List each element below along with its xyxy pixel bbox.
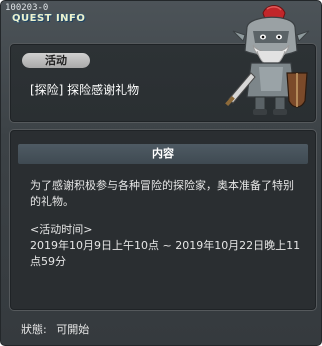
armored-knight-icon bbox=[225, 5, 310, 115]
quest-content-panel: 内容 为了感谢积极参与各种冒险的探险家，奥本准备了特别的礼物。 <活动时间> 2… bbox=[9, 129, 317, 311]
content-body: 为了感谢积极参与各种冒险的探险家，奥本准备了特别的礼物。 <活动时间> 2019… bbox=[30, 178, 302, 270]
content-header: 内容 bbox=[18, 144, 308, 164]
quest-id: 100203-0 bbox=[5, 3, 49, 13]
quest-name: [探险] 探险感谢礼物 bbox=[30, 83, 140, 97]
event-time-value: 2019年10月9日上午10点 ~ 2019年10月22日晚上11点59分 bbox=[30, 239, 301, 268]
event-time-label: <活动时间> bbox=[30, 223, 93, 236]
quest-description: 为了感谢积极参与各种冒险的探险家，奥本准备了特别的礼物。 bbox=[30, 179, 294, 208]
window-title: QUEST INFO bbox=[12, 13, 86, 24]
quest-status: 狀態: 可開始 bbox=[21, 321, 95, 337]
category-pill: 活动 bbox=[22, 53, 90, 68]
status-value: 可開始 bbox=[56, 323, 90, 336]
quest-info-window: 100203-0 QUEST INFO 活动 [探险] 探险感谢礼物 内容 为了… bbox=[0, 0, 322, 346]
status-label: 狀態: bbox=[21, 323, 47, 336]
